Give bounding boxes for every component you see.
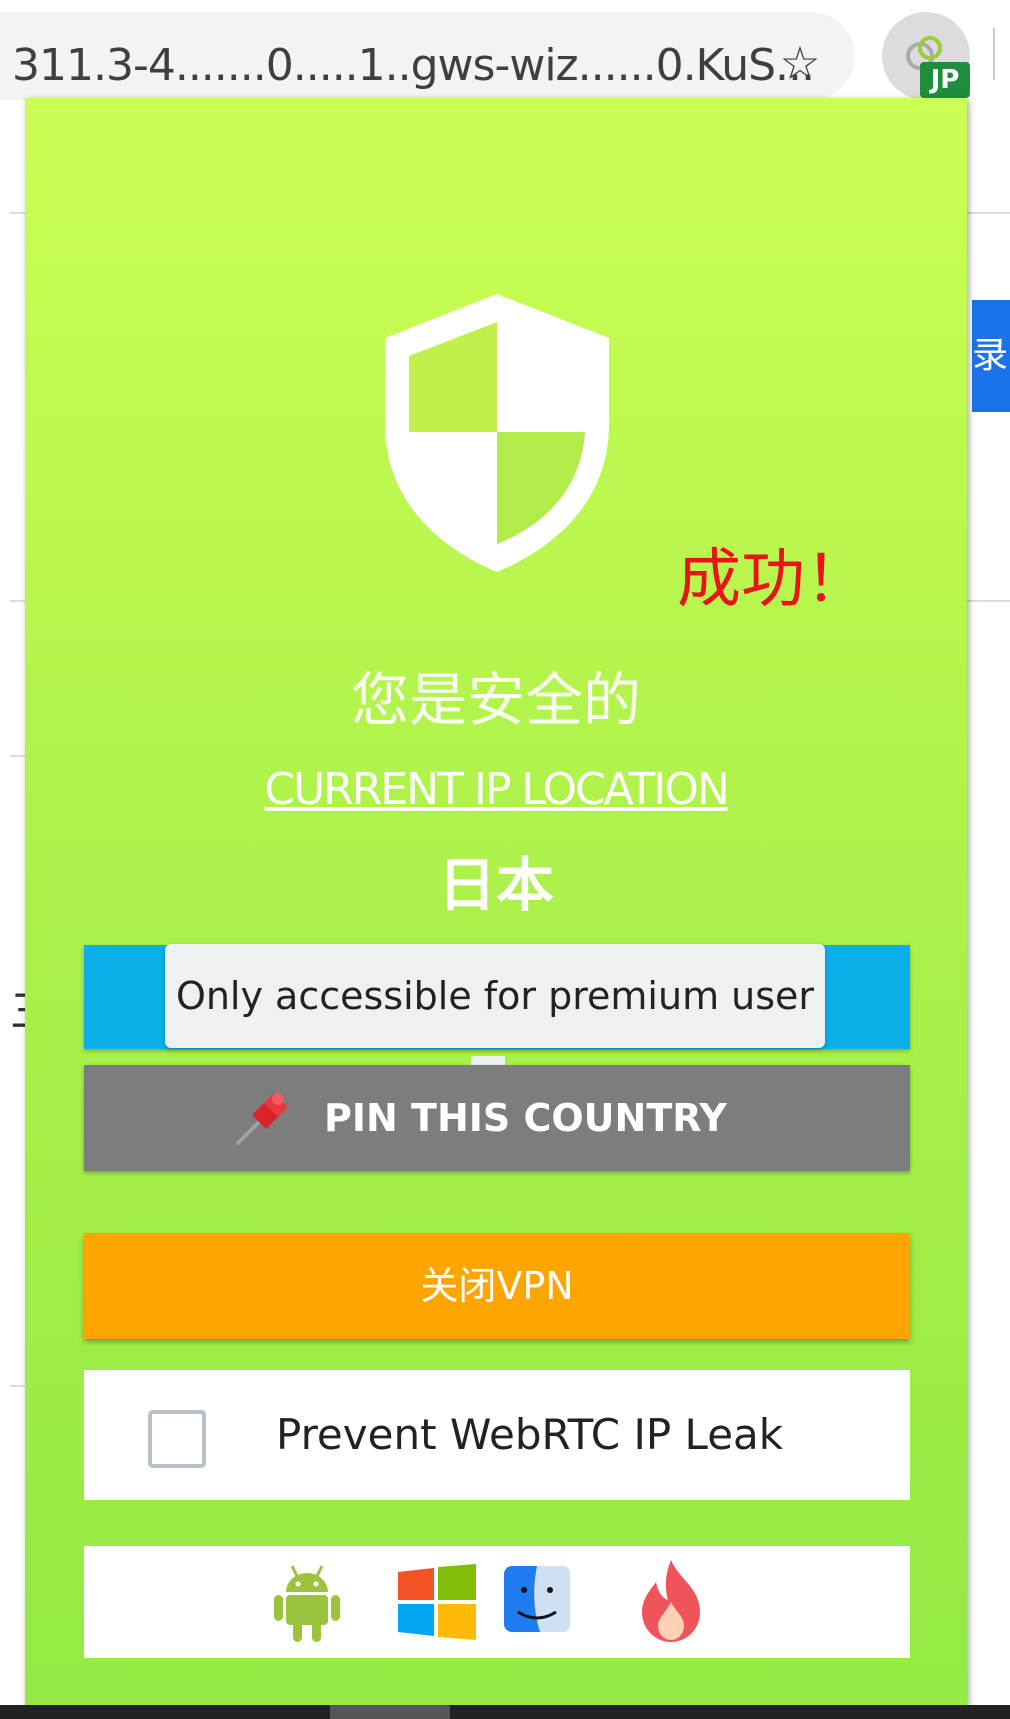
- url-text[interactable]: 311.3-4.......0.....1..gws-wiz......0.Ku…: [12, 40, 815, 91]
- webrtc-label: Prevent WebRTC IP Leak: [276, 1410, 784, 1459]
- extension-badge: JP: [920, 62, 970, 98]
- premium-tooltip: Only accessible for premium user: [165, 944, 825, 1048]
- android-icon[interactable]: [274, 1562, 340, 1642]
- shield-icon: [385, 294, 609, 572]
- page-blue-button[interactable]: 录: [972, 300, 1010, 412]
- pin-country-button[interactable]: PIN THIS COUNTRY: [84, 1065, 910, 1171]
- security-status-title: 您是安全的: [350, 666, 641, 734]
- pin-country-label: PIN THIS COUNTRY: [324, 1096, 727, 1140]
- toolbar-separator: [993, 28, 995, 80]
- webrtc-option: Prevent WebRTC IP Leak: [84, 1370, 910, 1500]
- webrtc-checkbox[interactable]: [148, 1410, 206, 1468]
- platform-links: [84, 1546, 910, 1658]
- current-ip-location-link[interactable]: CURRENT IP LOCATION: [25, 764, 967, 815]
- pushpin-icon: [236, 1093, 288, 1145]
- finder-icon[interactable]: [504, 1566, 570, 1632]
- taskbar-item[interactable]: [330, 1705, 450, 1719]
- windows-icon[interactable]: [398, 1564, 476, 1640]
- taskbar: [0, 1705, 1010, 1719]
- flame-icon[interactable]: [640, 1560, 702, 1642]
- disconnect-vpn-button[interactable]: 关闭VPN: [84, 1233, 910, 1339]
- success-annotation: 成功！: [677, 543, 869, 617]
- star-icon[interactable]: ☆: [775, 38, 825, 88]
- vpn-extension-popup: 成功！ 您是安全的 CURRENT IP LOCATION 日本 Only ac…: [25, 98, 967, 1705]
- address-bar[interactable]: 311.3-4.......0.....1..gws-wiz......0.Ku…: [0, 12, 855, 100]
- current-country: 日本: [437, 851, 554, 919]
